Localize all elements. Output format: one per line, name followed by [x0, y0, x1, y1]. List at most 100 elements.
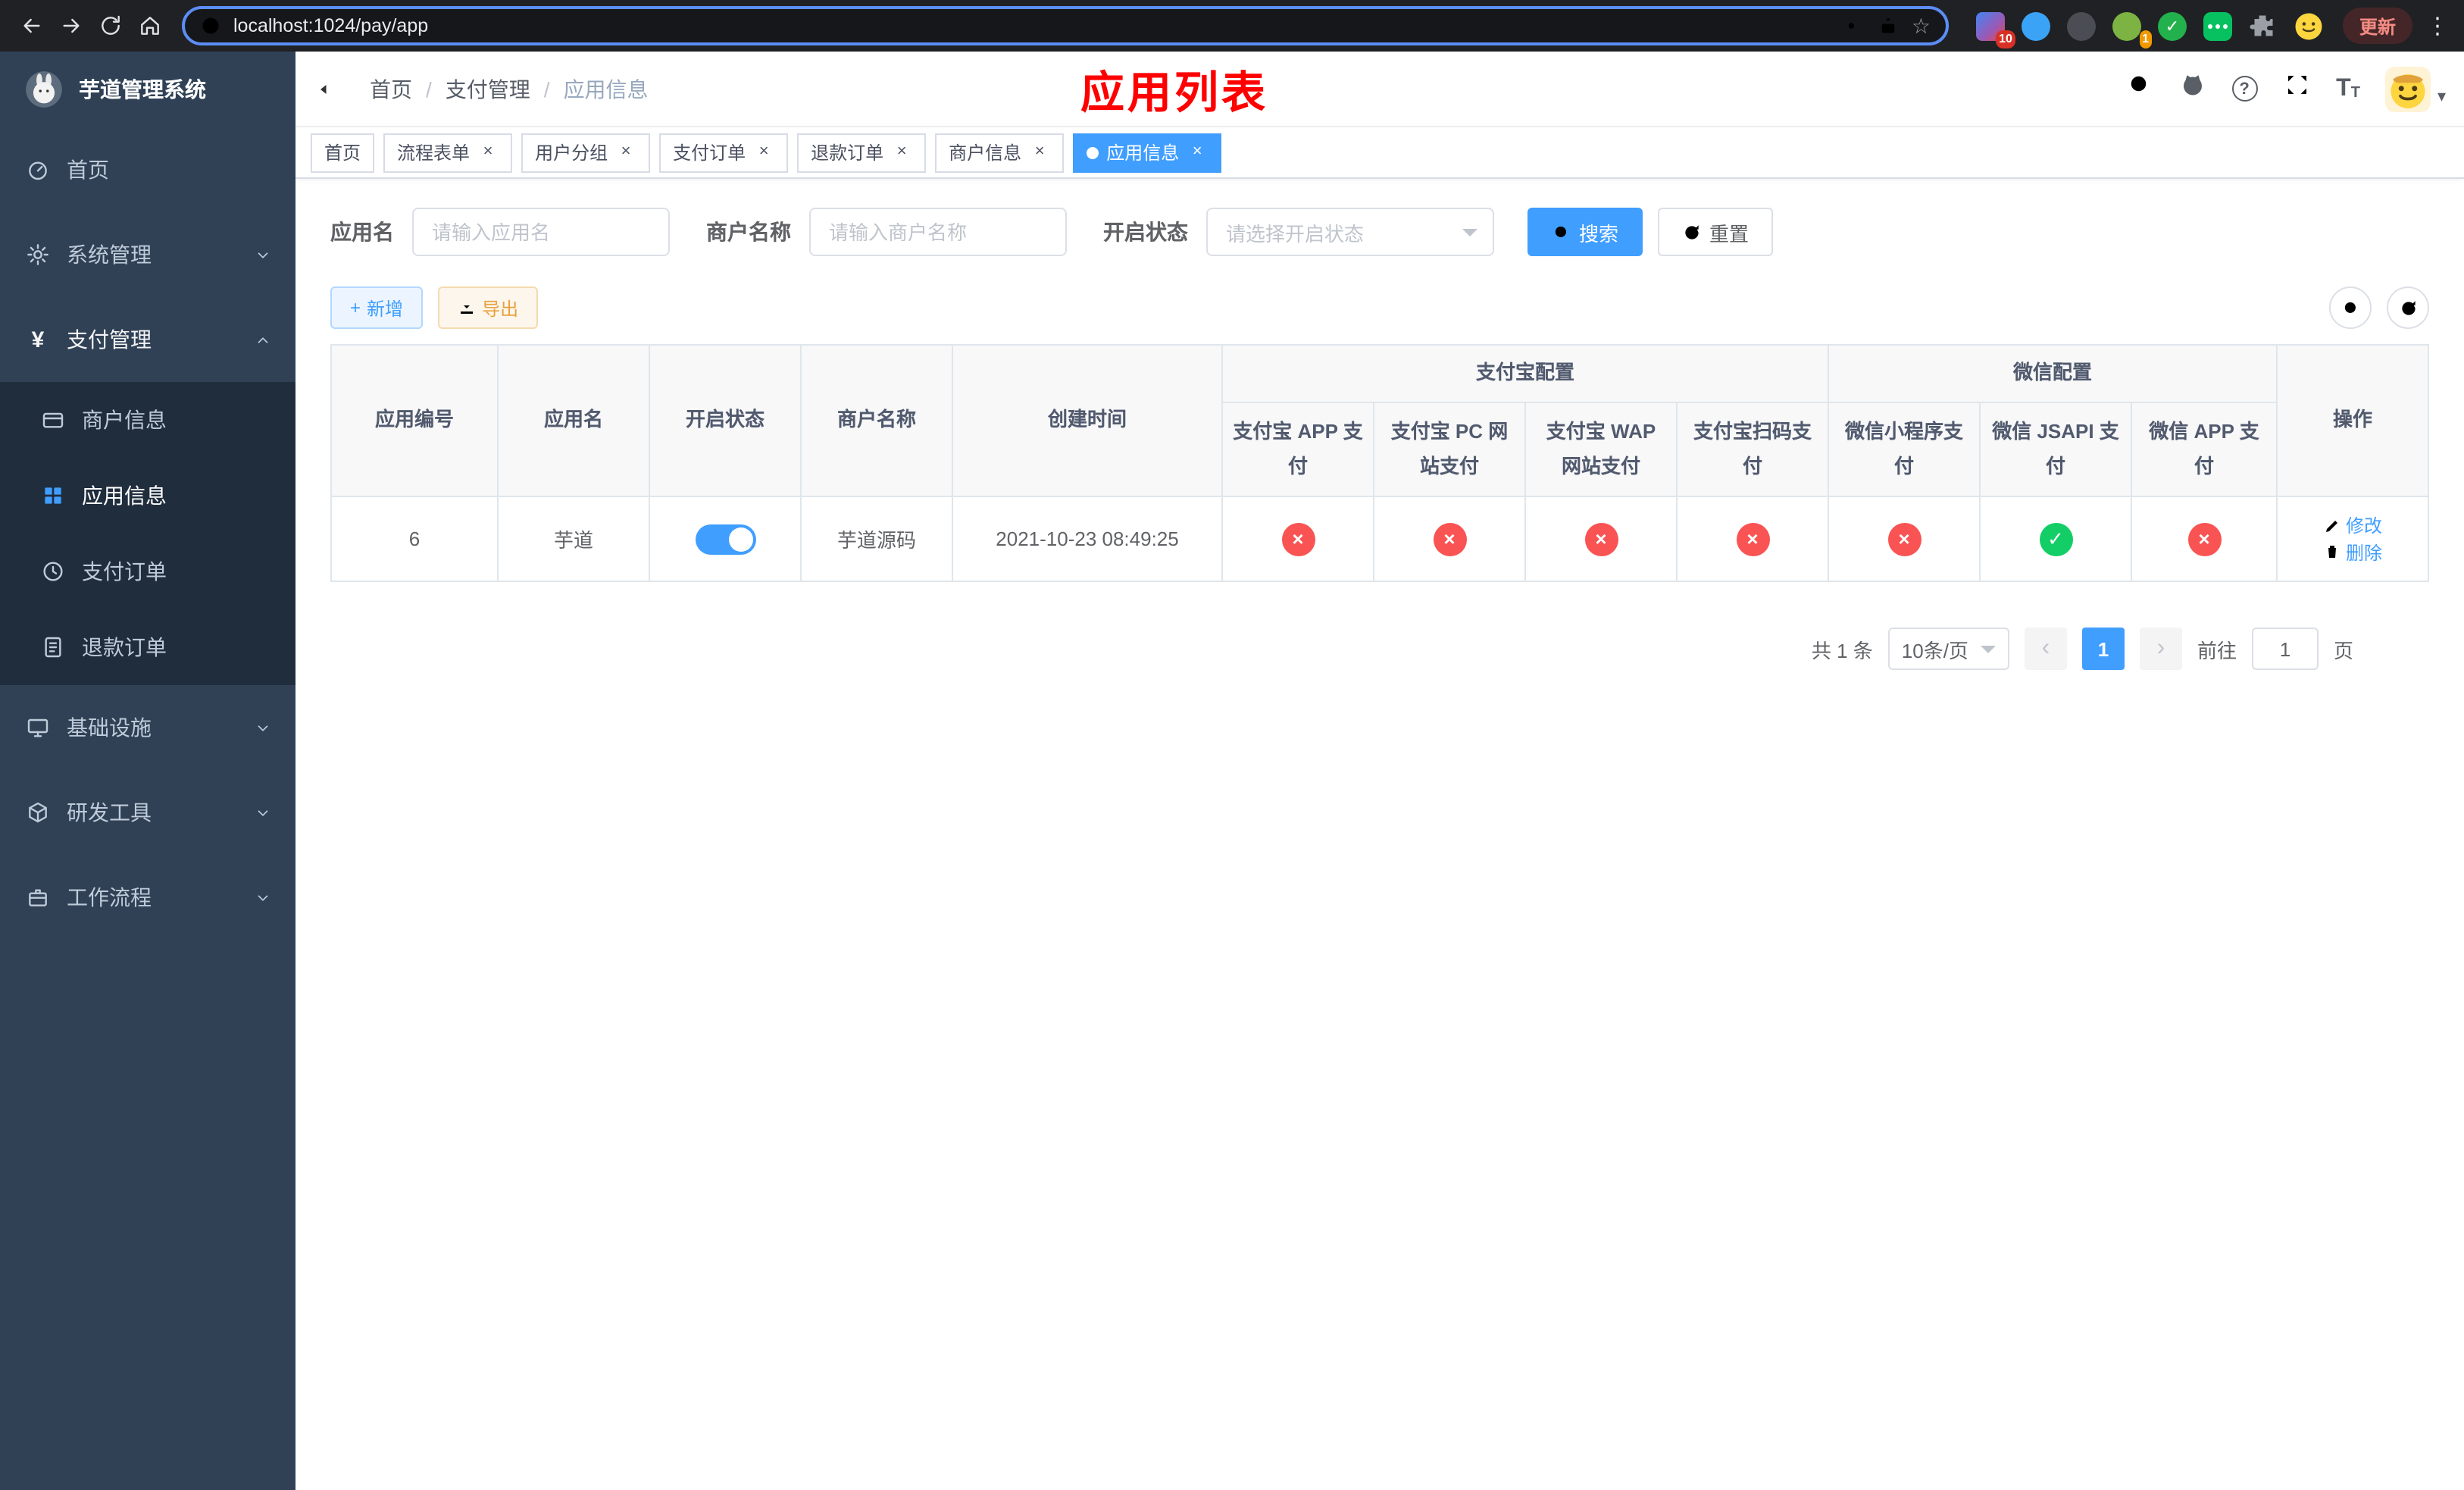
- password-key-icon[interactable]: [1845, 15, 1866, 36]
- share-icon[interactable]: [1878, 15, 1900, 36]
- url-text[interactable]: localhost:1024/pay/app: [233, 15, 1833, 36]
- status-select[interactable]: 请选择开启状态: [1206, 208, 1494, 256]
- sidebar-item-label: 基础设施: [67, 715, 152, 740]
- chevron-down-icon: [255, 804, 271, 821]
- extension-colorful-icon[interactable]: 10: [1975, 10, 2015, 48]
- col-app-name: 应用名: [497, 344, 650, 497]
- briefcase-icon: [24, 885, 52, 909]
- tags-view-bar: 首页 流程表单 × 用户分组 × 支付订单 × 退款订单 × 商户信息 × 应用信息 ×: [295, 127, 2464, 179]
- search-icon[interactable]: [2125, 71, 2153, 106]
- goto-unit-label: 页: [2333, 639, 2353, 662]
- extension-green-avatar-icon[interactable]: 1: [2111, 10, 2152, 48]
- sidebar-item-merchant-info[interactable]: 商户信息: [0, 382, 295, 458]
- site-info-icon[interactable]: [200, 15, 221, 36]
- browser-toolbar: localhost:1024/pay/app ☆ 10 1 ✓ 更新 ⋮: [0, 0, 2464, 52]
- user-avatar[interactable]: [2385, 66, 2431, 111]
- close-icon[interactable]: ×: [891, 142, 912, 163]
- breadcrumb-home[interactable]: 首页: [370, 74, 412, 104]
- pagination: 共 1 条 10条/页 ‹ 1 › 前往 页: [330, 628, 2429, 670]
- tab-refund-order[interactable]: 退款订单 ×: [797, 133, 927, 172]
- extension-dark-circle-icon[interactable]: [2065, 10, 2097, 42]
- user-menu[interactable]: ▾: [2385, 66, 2446, 111]
- help-icon[interactable]: ?: [2231, 76, 2258, 102]
- browser-menu-icon[interactable]: ⋮: [2426, 12, 2449, 39]
- breadcrumb-section[interactable]: 支付管理: [446, 74, 530, 104]
- status-cross-icon: ×: [1433, 522, 1466, 556]
- cell-app-name: 芋道: [497, 496, 650, 582]
- extension-blue-drop-icon[interactable]: [2020, 10, 2052, 42]
- sidebar-fold-button[interactable]: [318, 75, 346, 102]
- merchant-name-input[interactable]: [809, 208, 1067, 256]
- font-size-icon[interactable]: TT: [2336, 76, 2360, 101]
- chevron-down-icon: [255, 889, 271, 906]
- close-icon[interactable]: ×: [753, 142, 774, 163]
- search-button[interactable]: 搜索: [1527, 208, 1643, 256]
- sidebar-item-system[interactable]: 系统管理: [0, 212, 295, 297]
- edit-link[interactable]: 修改: [2323, 512, 2382, 538]
- forward-button[interactable]: [52, 6, 91, 45]
- fullscreen-icon[interactable]: [2283, 71, 2310, 106]
- col-group-wechat: 微信配置: [1828, 344, 2278, 403]
- reload-button[interactable]: [91, 6, 130, 45]
- extensions-tray: 10 1 ✓: [1961, 10, 2325, 48]
- cube-icon: [24, 800, 52, 825]
- sidebar-item-app-info[interactable]: 应用信息: [0, 458, 295, 534]
- page-size-select[interactable]: 10条/页: [1887, 628, 2009, 670]
- col-alipay-app: 支付宝 APP 支付: [1221, 402, 1374, 497]
- toggle-search-button[interactable]: [2329, 286, 2372, 329]
- profile-avatar-icon[interactable]: [2293, 10, 2325, 42]
- select-caret-icon: [1980, 646, 1996, 661]
- refresh-button[interactable]: [2387, 286, 2429, 329]
- cell-status: [649, 496, 802, 582]
- close-icon[interactable]: ×: [1187, 142, 1208, 163]
- sidebar-item-refund-order[interactable]: 退款订单: [0, 609, 295, 685]
- prev-page-button[interactable]: ‹: [2024, 628, 2067, 670]
- tab-merchant-info[interactable]: 商户信息 ×: [935, 133, 1065, 172]
- close-icon[interactable]: ×: [615, 142, 636, 163]
- sidebar-item-workflow[interactable]: 工作流程: [0, 855, 295, 940]
- status-toggle[interactable]: [695, 524, 755, 554]
- sidebar-item-devtools[interactable]: 研发工具: [0, 770, 295, 855]
- bookmark-star-icon[interactable]: ☆: [1912, 13, 1931, 39]
- sidebar-item-infra[interactable]: 基础设施: [0, 685, 295, 770]
- add-button[interactable]: + 新增: [330, 286, 424, 329]
- github-icon[interactable]: [2178, 71, 2206, 106]
- tab-pay-order[interactable]: 支付订单 ×: [659, 133, 789, 172]
- reset-button[interactable]: 重置: [1658, 208, 1774, 256]
- address-bar[interactable]: localhost:1024/pay/app ☆: [182, 6, 1949, 45]
- extension-green-check-icon[interactable]: ✓: [2156, 10, 2188, 42]
- sidebar-item-label: 退款订单: [82, 635, 167, 659]
- extension-wechat-icon[interactable]: [2202, 10, 2234, 42]
- sidebar-logo[interactable]: 芋道管理系统: [0, 52, 295, 127]
- dashboard-icon: [24, 158, 52, 182]
- breadcrumb: 首页 / 支付管理 / 应用信息: [370, 74, 649, 104]
- chrome-update-button[interactable]: 更新: [2342, 8, 2412, 44]
- sidebar-item-home[interactable]: 首页: [0, 127, 295, 212]
- app-name-input[interactable]: [412, 208, 670, 256]
- tab-home[interactable]: 首页: [311, 133, 375, 172]
- export-button[interactable]: 导出: [438, 286, 539, 329]
- col-merchant: 商户名称: [800, 344, 953, 497]
- delete-link[interactable]: 删除: [2323, 539, 2382, 565]
- back-button[interactable]: [12, 6, 52, 45]
- close-icon[interactable]: ×: [477, 142, 499, 163]
- extensions-puzzle-icon[interactable]: [2247, 10, 2279, 42]
- status-cross-icon: ×: [1281, 522, 1315, 556]
- current-page-button[interactable]: 1: [2081, 628, 2125, 670]
- next-page-button[interactable]: ›: [2139, 628, 2182, 670]
- caret-down-icon: ▾: [2437, 88, 2446, 106]
- sidebar-item-label: 支付管理: [67, 327, 152, 352]
- goto-page-input[interactable]: [2251, 628, 2319, 670]
- cell-app-id: 6: [330, 496, 499, 582]
- pagination-total: 共 1 条: [1811, 639, 1873, 662]
- tab-process-form[interactable]: 流程表单 ×: [383, 133, 513, 172]
- tab-app-info[interactable]: 应用信息 ×: [1073, 133, 1222, 172]
- close-icon[interactable]: ×: [1029, 142, 1050, 163]
- sidebar-item-payment[interactable]: ¥ 支付管理: [0, 297, 295, 382]
- home-button[interactable]: [130, 6, 170, 45]
- status-check-icon: ✓: [2039, 522, 2073, 556]
- sidebar-item-pay-order[interactable]: 支付订单: [0, 534, 295, 609]
- chevron-down-icon: [255, 246, 271, 263]
- tab-user-group[interactable]: 用户分组 ×: [521, 133, 651, 172]
- sidebar-item-label: 工作流程: [67, 885, 152, 909]
